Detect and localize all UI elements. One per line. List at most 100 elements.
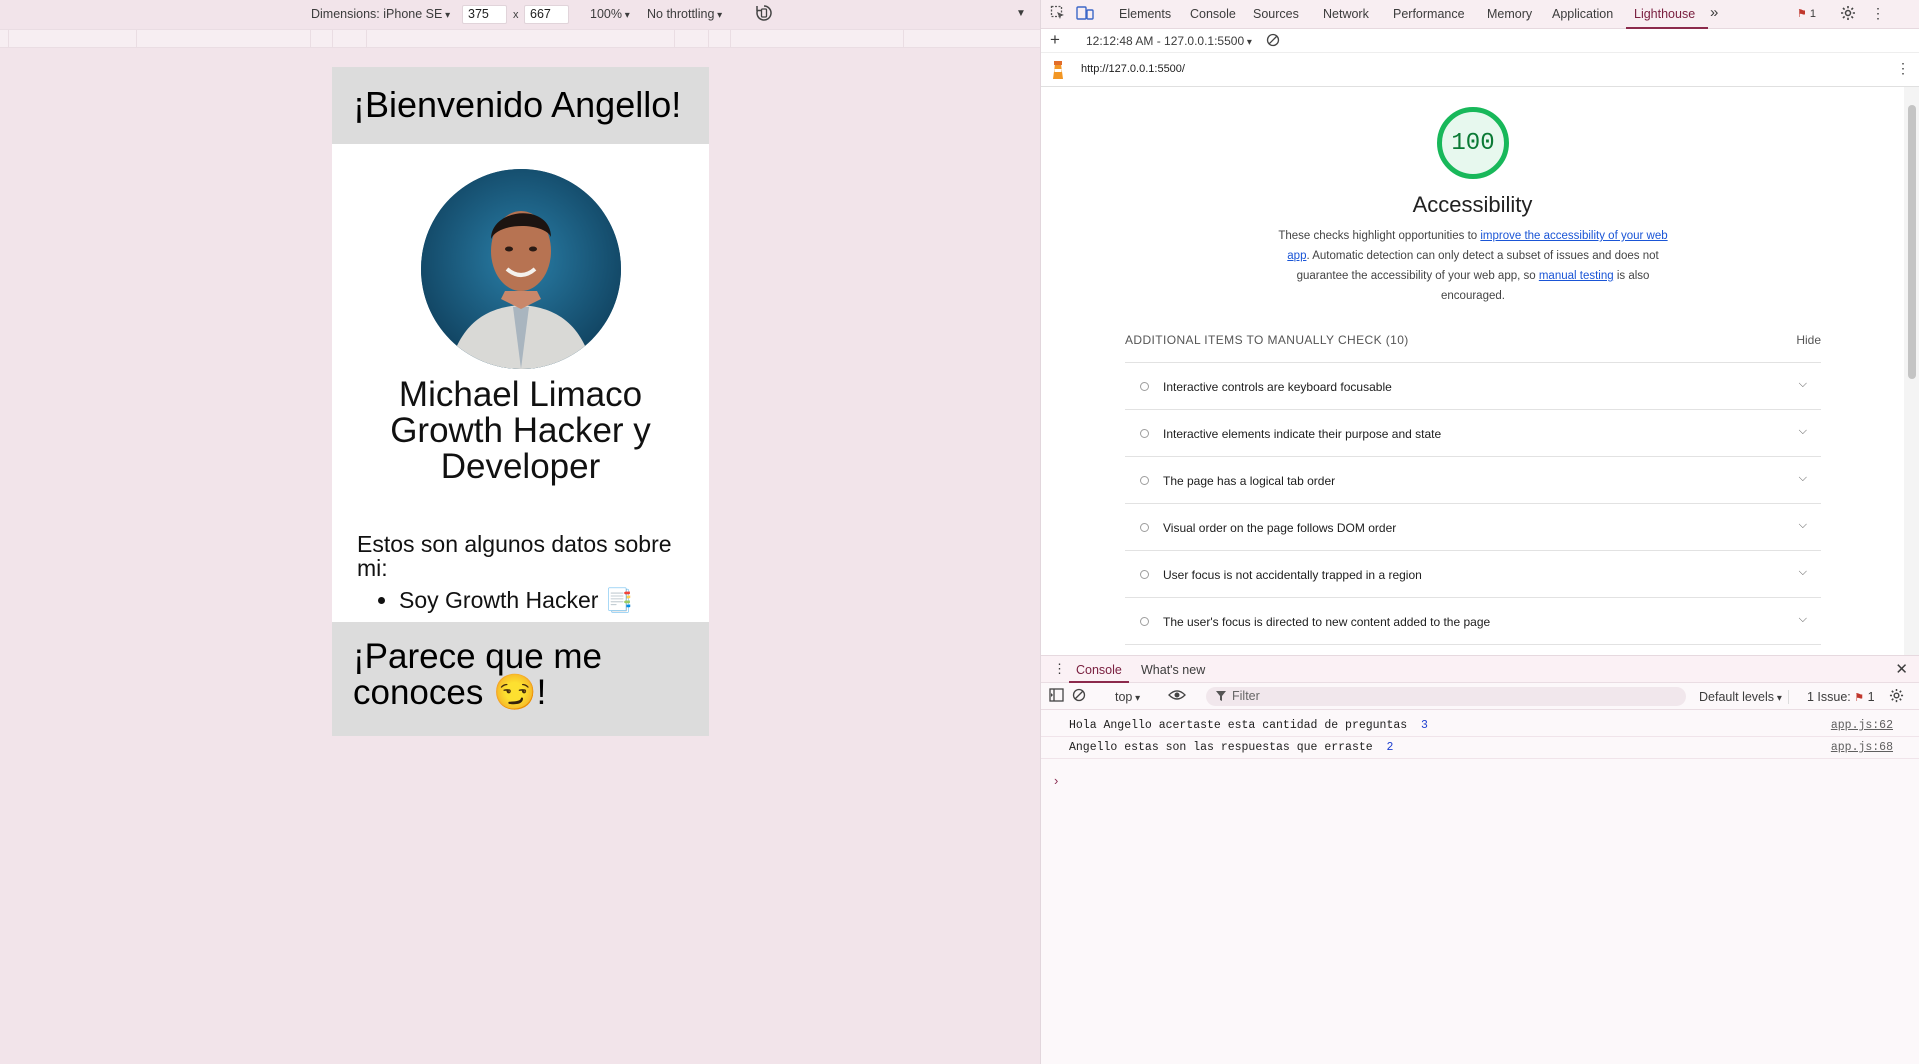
tab-sources[interactable]: Sources [1253,7,1299,21]
console-prompt-chevron-icon[interactable]: › [1054,773,1058,788]
ruler-mark [136,30,137,48]
console-toolbar: top Filter Default levels 1 Issue: ⚑ 1 [1041,683,1919,710]
score-value: 100 [1451,129,1495,157]
ruler-mark [708,30,709,48]
tab-application[interactable]: Application [1552,7,1613,21]
log-value: 2 [1386,741,1394,754]
clear-console-icon[interactable] [1072,688,1086,702]
device-dimensions-select[interactable]: Dimensions: iPhone SE [311,7,450,21]
log-value: 3 [1420,719,1428,732]
audit-title: The user's focus is directed to new cont… [1163,615,1491,629]
log-text: Angello estas son las respuestas que err… [1069,741,1373,754]
tab-console[interactable]: Console [1190,7,1236,21]
title-line: Growth Hacker y [390,411,651,450]
device-toggle-icon[interactable] [1076,5,1094,24]
context-selector[interactable]: top [1115,690,1140,704]
scrollbar-thumb[interactable] [1908,105,1916,379]
chevron-down-icon[interactable]: ⌵ [1799,425,1807,438]
profile-name: Michael Limaco Growth Hacker y Developer [332,377,709,485]
filter-icon [1216,687,1226,707]
live-expression-eye-icon[interactable] [1168,689,1186,701]
close-drawer-icon[interactable]: ✕ [1895,660,1908,678]
sidebar-toggle-icon[interactable] [1049,688,1064,702]
audit-title: Interactive controls are keyboard focusa… [1163,380,1392,394]
chevron-down-icon[interactable]: ⌵ [1799,519,1807,532]
facts-section: Estos son algunos datos sobre mi: Soy Gr… [357,532,687,612]
welcome-heading: ¡Bienvenido Angello! [353,84,682,125]
filter-placeholder: Filter [1232,689,1260,703]
clear-reports-icon[interactable] [1266,33,1280,50]
chevron-down-icon[interactable]: ⌵ [1799,613,1807,626]
drawer-tab-console[interactable]: Console [1076,663,1122,677]
manual-status-icon [1140,476,1149,485]
tab-network[interactable]: Network [1323,7,1369,21]
new-report-plus-icon[interactable]: + [1050,30,1060,50]
issues-label: 1 Issue: [1807,690,1851,704]
page-footer: ¡Parece que me conoces 😏! [332,622,709,736]
tab-elements[interactable]: Elements [1119,7,1171,21]
issues-link[interactable]: 1 Issue: ⚑ 1 [1807,690,1875,704]
devtools-panel: Elements Console Sources Network Perform… [1040,0,1919,1064]
issues-count: 1 [1809,8,1817,20]
emulated-page-viewport: ¡Bienvenido Angello! Michael Limaco Grow… [332,67,709,736]
audit-row[interactable]: Interactive controls are keyboard focusa… [1125,363,1821,410]
drawer-menu-icon[interactable]: ⋮ [1053,661,1066,677]
ruler-mark [332,30,333,48]
manual-status-icon [1140,523,1149,532]
audit-title: User focus is not accidentally trapped i… [1163,568,1422,582]
devtools-tab-bar: Elements Console Sources Network Perform… [1041,0,1919,29]
issues-badge[interactable]: ⚑ 1 [1797,7,1816,20]
throttling-select[interactable]: No throttling [647,7,722,21]
inspect-element-icon[interactable] [1050,5,1066,24]
device-height-input[interactable]: 667 [524,5,569,24]
console-log-line: Angello estas son las respuestas que err… [1041,737,1919,759]
chevron-down-icon[interactable]: ⌵ [1799,566,1807,579]
more-tabs-chevron-icon[interactable]: » [1710,4,1718,21]
category-description: These checks highlight opportunities to … [1271,226,1675,306]
category-title: Accessibility [1412,192,1533,217]
audit-row[interactable]: The user's focus is directed to new cont… [1125,598,1821,645]
tab-lighthouse[interactable]: Lighthouse [1634,7,1695,21]
log-levels-select[interactable]: Default levels [1699,690,1782,704]
tab-memory[interactable]: Memory [1487,7,1532,21]
media-query-ruler [0,29,1040,48]
ruler-mark [366,30,367,48]
zoom-select[interactable]: 100% [590,7,630,21]
lighthouse-logo-icon [1051,60,1065,83]
settings-gear-icon[interactable] [1840,5,1856,24]
manual-testing-link[interactable]: manual testing [1539,270,1614,282]
title-line: Developer [440,447,601,486]
console-settings-gear-icon[interactable] [1889,688,1904,706]
log-source-link[interactable]: app.js:68 [1831,741,1893,754]
console-filter-input[interactable]: Filter [1206,687,1686,706]
console-drawer: ⋮ Console What's new ✕ top Filter [1041,655,1919,1064]
ruler-mark [730,30,731,48]
tab-performance[interactable]: Performance [1393,7,1465,21]
ruler-mark [674,30,675,48]
chevron-down-icon[interactable]: ⌵ [1799,378,1807,391]
log-message: Angello estas son las respuestas que err… [1069,741,1393,754]
drawer-tab-whats-new[interactable]: What's new [1141,663,1205,677]
report-selector[interactable]: 12:12:48 AM - 127.0.0.1:5500 [1086,34,1252,48]
audited-url: http://127.0.0.1:5500/ [1081,63,1185,75]
log-source-link[interactable]: app.js:62 [1831,719,1893,732]
audit-row[interactable]: User focus is not accidentally trapped i… [1125,551,1821,598]
audit-row[interactable]: The page has a logical tab order ⌵ [1125,457,1821,504]
lighthouse-report: 100 Accessibility These checks highlight… [1041,87,1904,655]
report-menu-icon[interactable]: ⋮ [1896,60,1910,77]
lighthouse-toolbar: + 12:12:48 AM - 127.0.0.1:5500 [1041,29,1919,53]
chevron-down-icon[interactable]: ⌵ [1799,472,1807,485]
report-scrollbar[interactable] [1904,87,1919,655]
hide-button[interactable]: Hide [1796,333,1821,347]
manual-status-icon [1140,429,1149,438]
audit-row[interactable]: Interactive elements indicate their purp… [1125,410,1821,457]
issue-flag-icon: ⚑ [1854,692,1865,704]
manual-status-icon [1140,570,1149,579]
audit-row[interactable]: Visual order on the page follows DOM ord… [1125,504,1821,551]
rotate-icon[interactable] [755,4,773,25]
more-options-chevron-icon[interactable]: ▼ [1016,8,1026,19]
more-options-vertical-icon[interactable]: ⋮ [1871,5,1885,22]
footer-message: ¡Parece que me conoces 😏! [353,637,603,712]
device-width-input[interactable]: 375 [462,5,507,24]
list-item: Soy Growth Hacker 📑 [399,588,687,612]
